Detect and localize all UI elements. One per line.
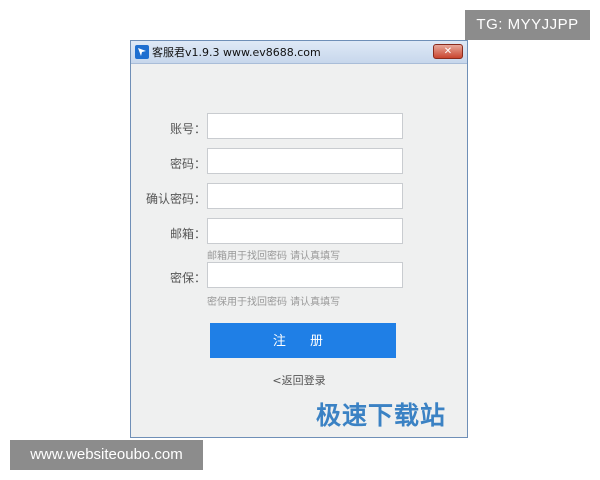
brand-watermark: 极速下载站 <box>316 401 447 430</box>
app-logo-icon <box>135 45 149 59</box>
close-icon: ✕ <box>443 46 453 57</box>
window-title: 客服君v1.9.3 www.ev8688.com <box>152 46 321 59</box>
account-input[interactable] <box>207 113 403 139</box>
security-input[interactable] <box>207 262 403 288</box>
title-bar[interactable]: 客服君v1.9.3 www.ev8688.com ✕ <box>131 41 467 64</box>
register-window: 客服君v1.9.3 www.ev8688.com ✕ 账号： 密码： 确认密码：… <box>130 40 468 438</box>
watermark-telegram: TG: MYYJJPP <box>465 10 590 40</box>
confirm-password-label: 确认密码： <box>145 192 206 206</box>
security-label: 密保： <box>169 271 206 285</box>
email-hint: 邮箱用于找回密码 请认真填写 <box>207 251 341 262</box>
register-button[interactable]: 注 册 <box>210 323 396 358</box>
password-input[interactable] <box>207 148 403 174</box>
close-button[interactable]: ✕ <box>433 44 463 59</box>
email-label: 邮箱： <box>169 227 206 241</box>
email-input[interactable] <box>207 218 403 244</box>
watermark-website: www.websiteoubo.com <box>10 440 203 470</box>
confirm-password-input[interactable] <box>207 183 403 209</box>
password-label: 密码： <box>169 157 206 171</box>
back-to-login-link[interactable]: <返回登录 <box>131 372 467 388</box>
security-hint: 密保用于找回密码 请认真填写 <box>207 297 341 308</box>
account-label: 账号： <box>169 122 206 136</box>
